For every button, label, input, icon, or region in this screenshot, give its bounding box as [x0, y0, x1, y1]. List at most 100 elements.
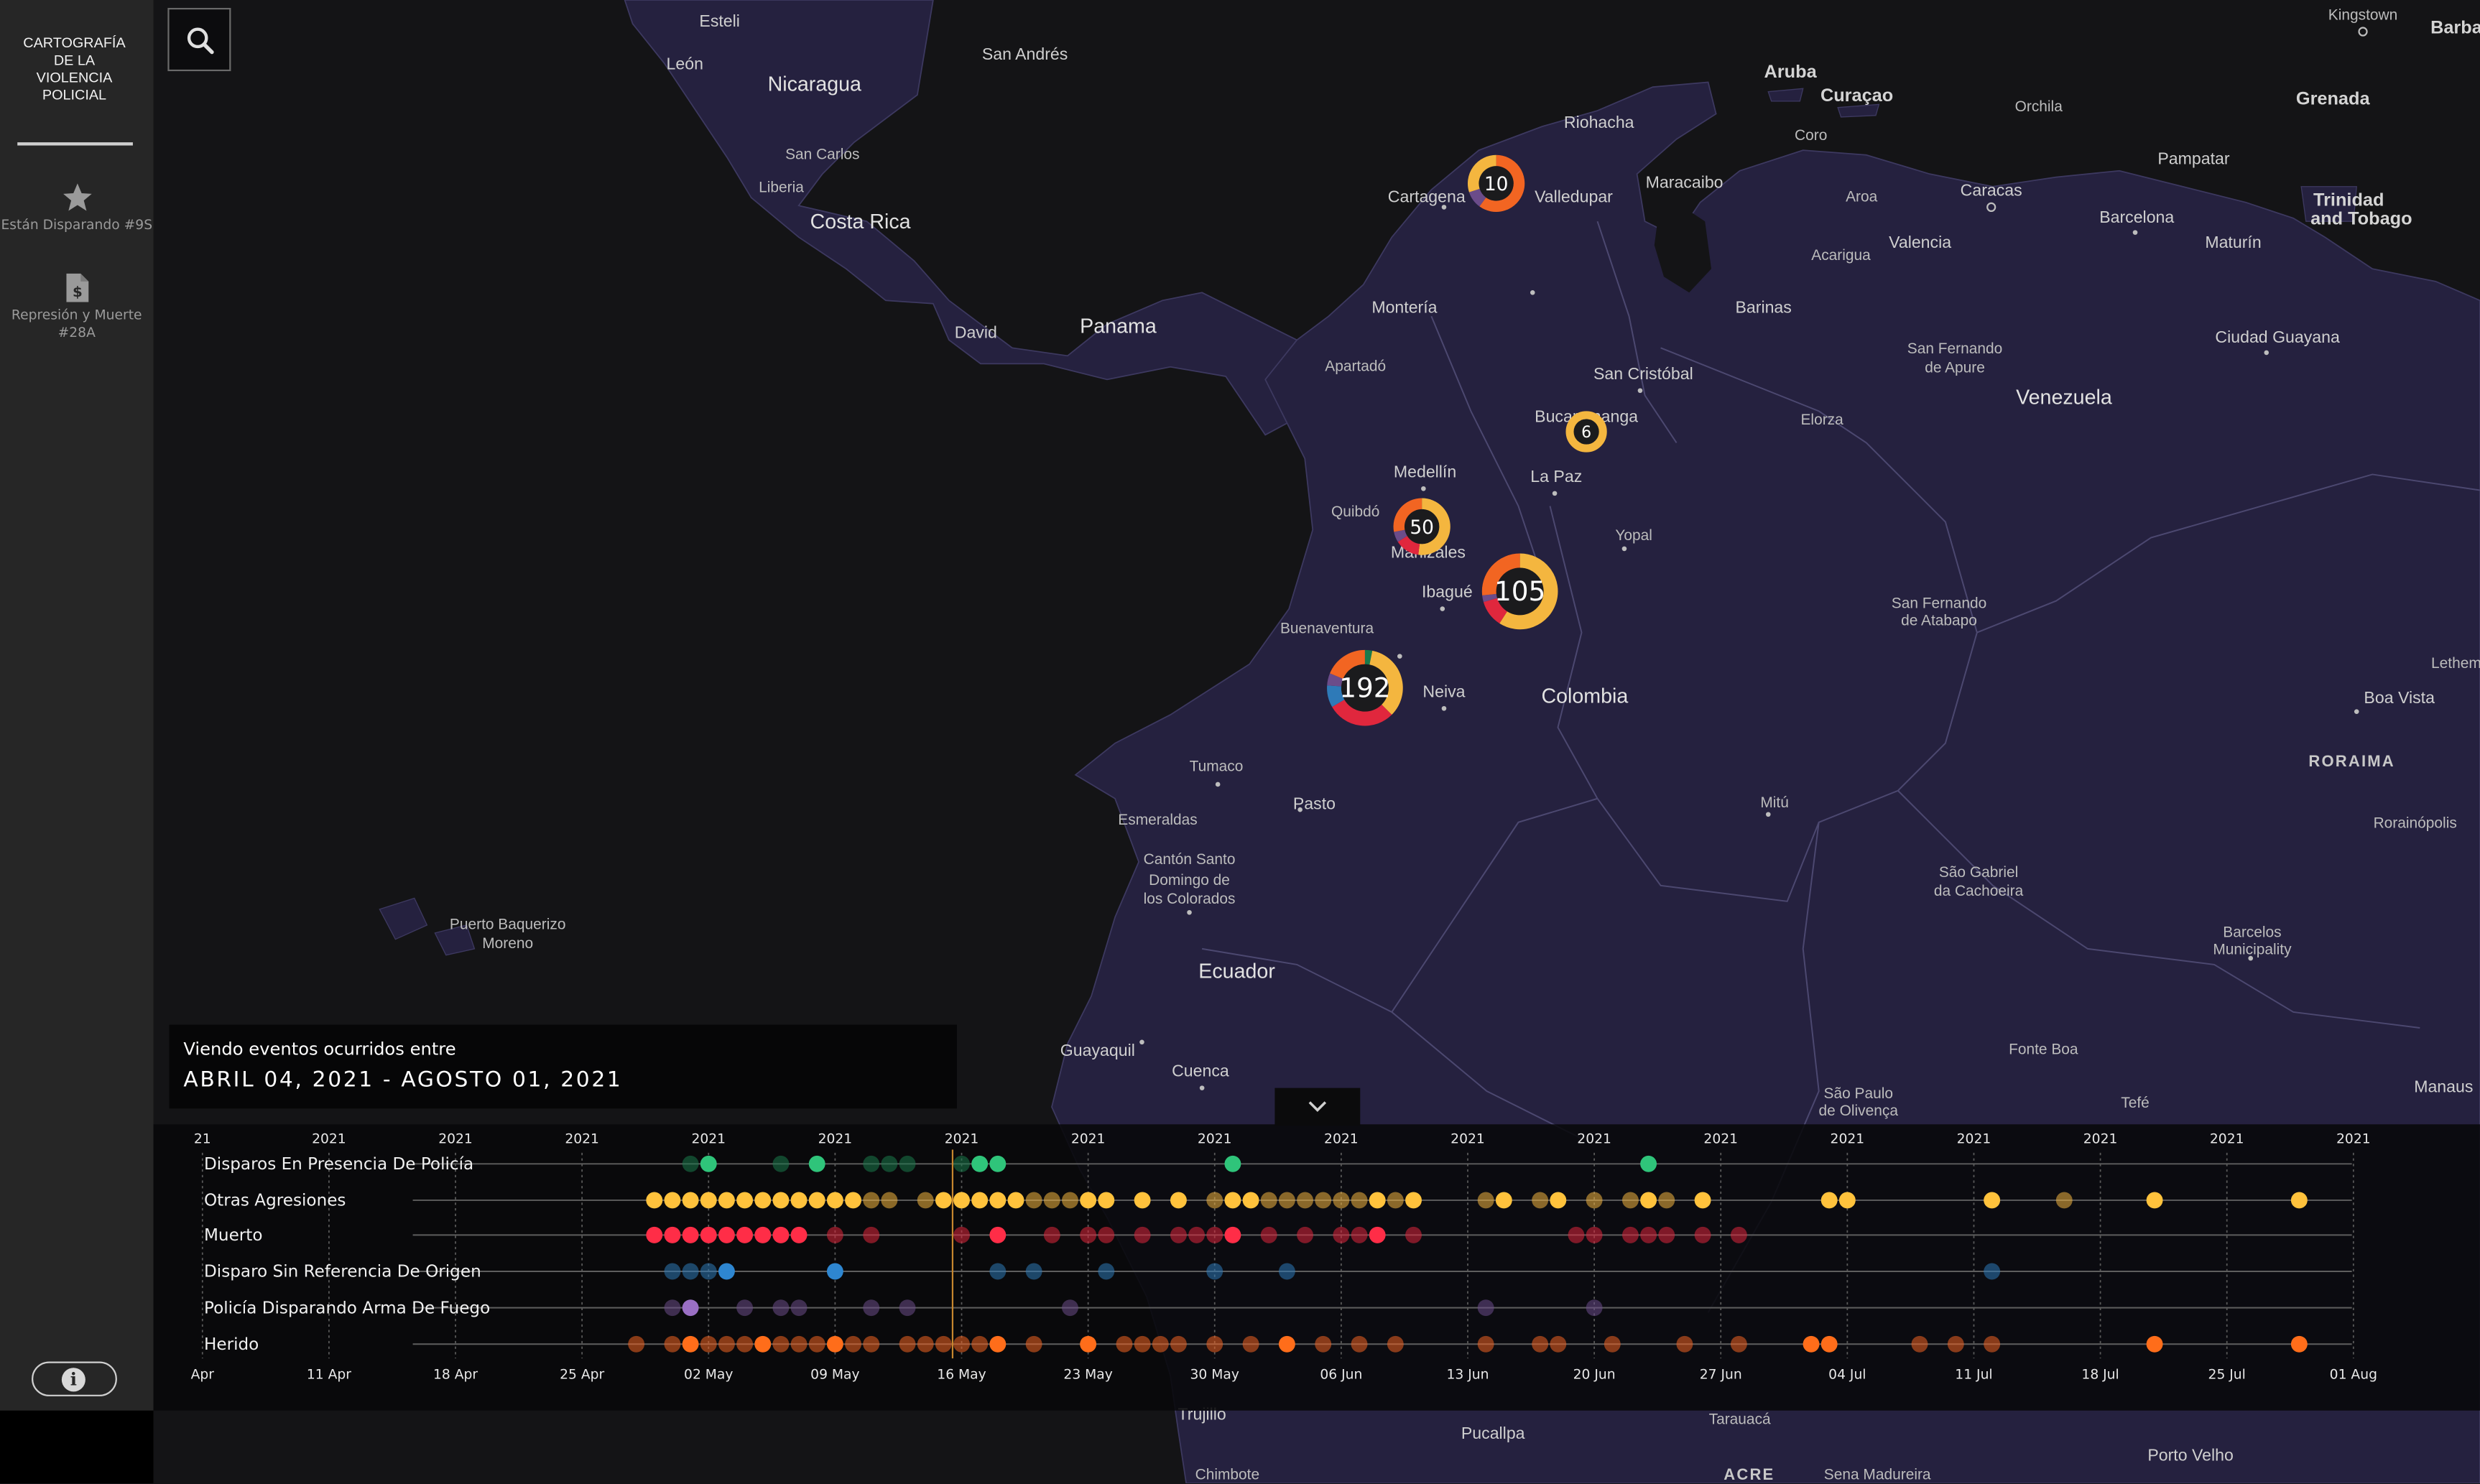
timeline-event-dot[interactable]: [1604, 1335, 1621, 1353]
timeline-event-dot[interactable]: [772, 1192, 790, 1209]
timeline-event-dot[interactable]: [1315, 1335, 1332, 1353]
timeline-event-dot[interactable]: [646, 1226, 663, 1243]
timeline-event-dot[interactable]: [1278, 1263, 1295, 1280]
timeline-event-dot[interactable]: [1820, 1192, 1838, 1209]
timeline-event-dot[interactable]: [1550, 1335, 1567, 1353]
timeline-event-dot[interactable]: [863, 1299, 880, 1317]
timeline-event-dot[interactable]: [682, 1263, 699, 1280]
timeline-event-dot[interactable]: [1206, 1263, 1223, 1280]
timeline-event-dot[interactable]: [790, 1335, 808, 1353]
timeline-event-dot[interactable]: [1025, 1263, 1042, 1280]
timeline-event-dot[interactable]: [1694, 1226, 1711, 1243]
timeline-event-dot[interactable]: [845, 1335, 861, 1353]
timeline-event-dot[interactable]: [754, 1192, 772, 1209]
timeline-event-dot[interactable]: [917, 1335, 934, 1353]
timeline-event-dot[interactable]: [1315, 1192, 1332, 1209]
timeline-event-dot[interactable]: [2290, 1335, 2308, 1353]
timeline-event-dot[interactable]: [1550, 1192, 1567, 1209]
sidebar-item-represion-muerte[interactable]: $ Represión y Muerte #28A: [0, 272, 154, 343]
timeline-collapse-button[interactable]: [1274, 1088, 1361, 1126]
timeline-event-dot[interactable]: [826, 1226, 843, 1243]
timeline-event-dot[interactable]: [1297, 1192, 1313, 1209]
timeline-event-dot[interactable]: [1621, 1192, 1639, 1209]
timeline-event-dot[interactable]: [953, 1335, 970, 1353]
timeline-event-dot[interactable]: [1260, 1192, 1277, 1209]
timeline-event-dot[interactable]: [1260, 1226, 1277, 1243]
timeline-event-dot[interactable]: [1098, 1263, 1115, 1280]
timeline-event-dot[interactable]: [1984, 1335, 2001, 1353]
timeline-event-dot[interactable]: [1134, 1335, 1151, 1353]
timeline-event-dot[interactable]: [2146, 1335, 2163, 1353]
timeline-event-dot[interactable]: [1206, 1192, 1223, 1209]
timeline-event-dot[interactable]: [1387, 1192, 1404, 1209]
timeline-event-dot[interactable]: [664, 1263, 681, 1280]
timeline-event-dot[interactable]: [1586, 1299, 1603, 1317]
timeline-event-dot[interactable]: [682, 1192, 699, 1209]
timeline-event-dot[interactable]: [953, 1155, 970, 1172]
cluster-marker[interactable]: 50: [1393, 498, 1450, 555]
timeline-event-dot[interactable]: [1984, 1263, 2001, 1280]
timeline-event-dot[interactable]: [1098, 1226, 1115, 1243]
timeline-event-dot[interactable]: [1062, 1192, 1078, 1209]
timeline-event-dot[interactable]: [664, 1226, 681, 1243]
timeline-event-dot[interactable]: [1170, 1226, 1187, 1243]
timeline-event-dot[interactable]: [971, 1335, 989, 1353]
app-title[interactable]: CARTOGRAFÍA DE LA VIOLENCIA POLICIAL: [9, 34, 139, 104]
timeline-event-dot[interactable]: [989, 1155, 1007, 1172]
timeline-event-dot[interactable]: [1080, 1226, 1097, 1243]
timeline-event-dot[interactable]: [718, 1263, 735, 1280]
timeline-event-dot[interactable]: [1730, 1226, 1747, 1243]
timeline-event-dot[interactable]: [1730, 1335, 1747, 1353]
timeline-event-dot[interactable]: [1369, 1192, 1386, 1209]
timeline-event-dot[interactable]: [1224, 1226, 1241, 1243]
timeline-event-dot[interactable]: [772, 1226, 790, 1243]
timeline-event-dot[interactable]: [989, 1335, 1007, 1353]
timeline-event-dot[interactable]: [664, 1299, 681, 1317]
timeline-event-dot[interactable]: [1170, 1335, 1187, 1353]
timeline-event-dot[interactable]: [1387, 1335, 1404, 1353]
timeline-event-dot[interactable]: [700, 1226, 717, 1243]
timeline-event-dot[interactable]: [1568, 1226, 1585, 1243]
timeline-event-dot[interactable]: [1477, 1192, 1494, 1209]
timeline-event-dot[interactable]: [1803, 1335, 1820, 1353]
info-button[interactable]: i: [32, 1361, 117, 1396]
timeline-event-dot[interactable]: [826, 1335, 843, 1353]
timeline-event-dot[interactable]: [664, 1192, 681, 1209]
timeline-event-dot[interactable]: [935, 1192, 952, 1209]
timeline-event-dot[interactable]: [790, 1299, 808, 1317]
timeline-event-dot[interactable]: [1134, 1192, 1151, 1209]
timeline-event-dot[interactable]: [772, 1299, 790, 1317]
timeline-event-dot[interactable]: [1278, 1335, 1295, 1353]
timeline-event-dot[interactable]: [808, 1155, 825, 1172]
timeline-event-dot[interactable]: [1369, 1226, 1386, 1243]
timeline-event-dot[interactable]: [881, 1155, 898, 1172]
timeline-event-dot[interactable]: [1188, 1226, 1206, 1243]
timeline-event-dot[interactable]: [989, 1192, 1007, 1209]
timeline-event-dot[interactable]: [1676, 1335, 1693, 1353]
timeline-event-dot[interactable]: [971, 1155, 989, 1172]
timeline-event-dot[interactable]: [1640, 1192, 1657, 1209]
timeline-event-dot[interactable]: [700, 1155, 717, 1172]
timeline-event-dot[interactable]: [845, 1192, 861, 1209]
timeline-event-dot[interactable]: [1984, 1192, 2001, 1209]
timeline-event-dot[interactable]: [700, 1263, 717, 1280]
timeline-event-dot[interactable]: [1820, 1335, 1838, 1353]
timeline-event-dot[interactable]: [1658, 1192, 1675, 1209]
timeline-event-dot[interactable]: [1658, 1226, 1675, 1243]
timeline-event-dot[interactable]: [1170, 1192, 1187, 1209]
timeline-event-dot[interactable]: [1025, 1335, 1042, 1353]
timeline-event-dot[interactable]: [1242, 1335, 1259, 1353]
cluster-marker[interactable]: 105: [1481, 553, 1558, 630]
timeline-event-dot[interactable]: [682, 1226, 699, 1243]
timeline-event-dot[interactable]: [718, 1226, 735, 1243]
timeline-event-dot[interactable]: [881, 1192, 898, 1209]
timeline-event-dot[interactable]: [1477, 1335, 1494, 1353]
timeline-event-dot[interactable]: [935, 1335, 952, 1353]
cluster-marker[interactable]: 6: [1565, 411, 1607, 453]
timeline-event-dot[interactable]: [790, 1192, 808, 1209]
timeline-event-dot[interactable]: [1621, 1226, 1639, 1243]
timeline-event-dot[interactable]: [1405, 1192, 1422, 1209]
timeline-event-dot[interactable]: [1206, 1226, 1223, 1243]
timeline-event-dot[interactable]: [826, 1263, 843, 1280]
timeline-event-dot[interactable]: [1640, 1226, 1657, 1243]
